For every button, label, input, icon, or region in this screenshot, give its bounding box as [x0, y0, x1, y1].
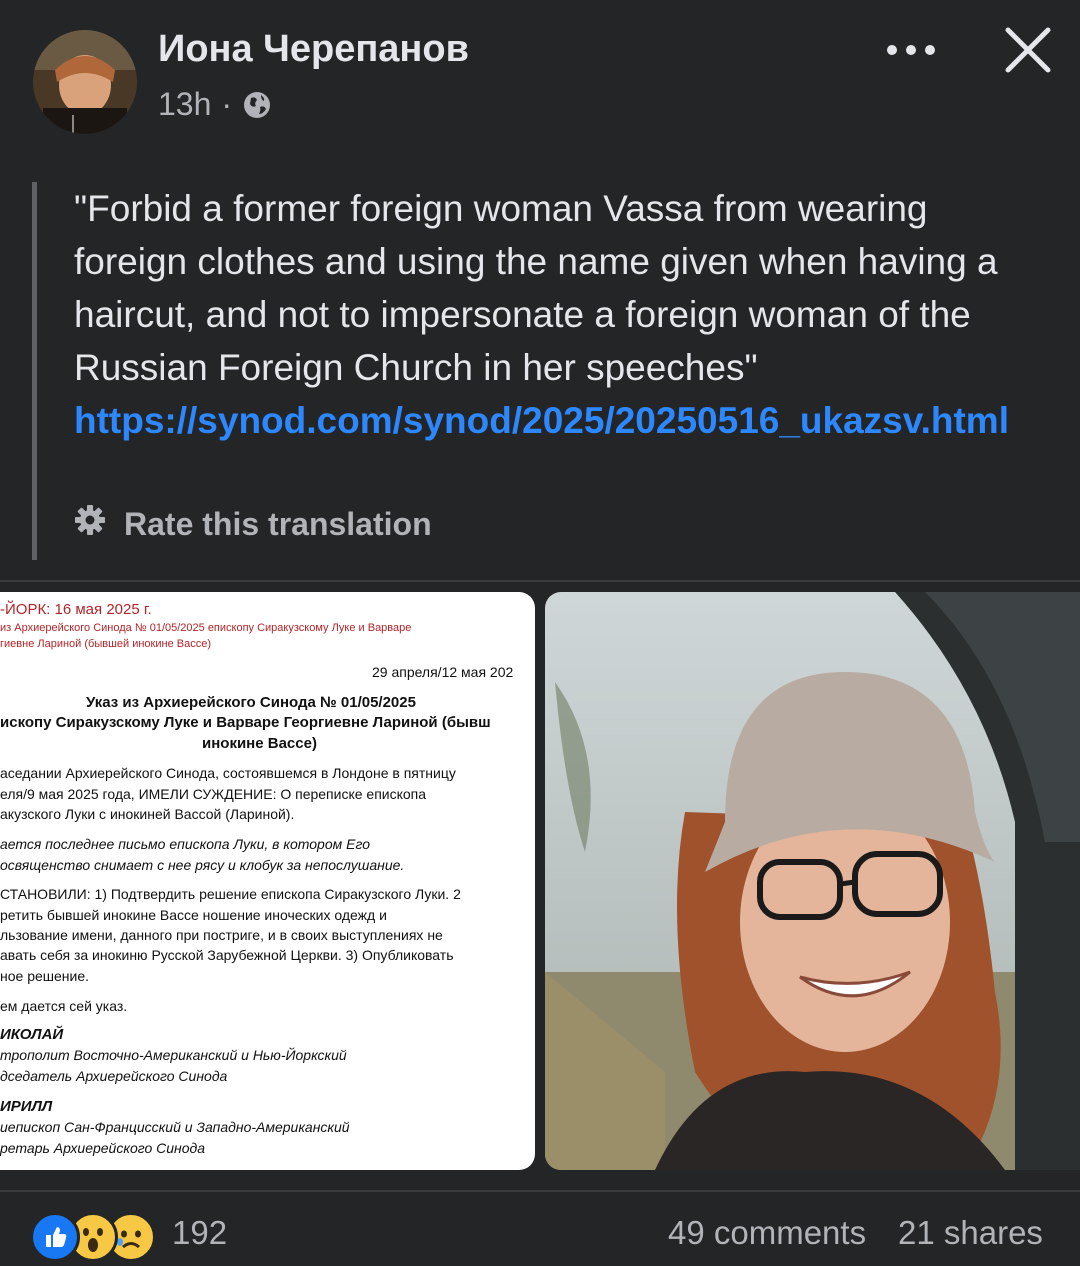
post-text: "Forbid a former foreign woman Vassa fro… [74, 188, 998, 388]
reaction-count[interactable]: 192 [172, 1214, 227, 1252]
shares-count[interactable]: 21 shares [898, 1214, 1043, 1252]
rate-translation-label: Rate this translation [124, 505, 432, 542]
divider [0, 1190, 1080, 1192]
doc-title: ископу Сиракузскому Луке и Варваре Георг… [0, 714, 491, 731]
post-time[interactable]: 13h [158, 86, 211, 123]
selfie-photo[interactable] [545, 592, 1080, 1170]
more-options-icon[interactable] [880, 30, 944, 70]
doc-signature-title: ретарь Архиерейского Синода [0, 1140, 206, 1156]
doc-signature-title: дседатель Архиерейского Синода [0, 1068, 228, 1084]
doc-paragraph-line: ное решение. [0, 968, 90, 984]
document-image[interactable]: -ЙОРК: 16 мая 2025 г. из Архиерейского С… [0, 592, 535, 1170]
doc-paragraph-line: освященство снимает с нее рясу и клобук … [0, 857, 405, 873]
doc-header-line: из Архиерейского Синода № 01/05/2025 епи… [0, 622, 412, 634]
doc-paragraph-line: авать себя за инокиню Русской Зарубежной… [0, 947, 454, 963]
post-header: Иона Черепанов 13h · [0, 0, 1080, 150]
doc-date: 29 апреля/12 мая 202 [372, 664, 514, 680]
doc-paragraph-line: ается последнее письмо епископа Луки, в … [0, 836, 370, 852]
gear-icon [74, 504, 106, 544]
doc-signature-title: трополит Восточно-Американский и Нью-Йор… [0, 1047, 347, 1063]
author-avatar[interactable] [33, 30, 137, 134]
doc-title: Указ из Архиерейского Синода № 01/05/202… [86, 694, 416, 711]
post-meta: 13h · [158, 86, 272, 123]
doc-paragraph-line: аседании Архиерейского Синода, состоявше… [0, 765, 456, 781]
close-icon[interactable] [1000, 22, 1056, 78]
globe-icon [242, 90, 272, 120]
reactions-summary[interactable] [30, 1212, 156, 1262]
post-footer: 192 49 comments 21 shares [0, 1196, 1080, 1266]
doc-paragraph-line: еля/9 мая 2025 года, ИМЕЛИ СУЖДЕНИЕ: О п… [0, 786, 427, 802]
post-link[interactable]: https://synod.com/synod/2025/20250516_uk… [74, 394, 1034, 447]
author-name[interactable]: Иона Черепанов [158, 28, 469, 71]
doc-paragraph-line: льзование имени, данного при постриге, и… [0, 927, 443, 943]
doc-paragraph-line: акузского Луки с инокиней Вассой (Ларино… [0, 806, 295, 822]
doc-header-line: -ЙОРК: 16 мая 2025 г. [0, 601, 152, 618]
like-icon [30, 1212, 80, 1262]
doc-paragraph-line: ретить бывшей инокине Вассе ношение иноч… [0, 907, 387, 923]
doc-signature-title: иепископ Сан-Францисский и Западно-Амери… [0, 1119, 350, 1135]
doc-paragraph-line: ем дается сей указ. [0, 998, 128, 1014]
doc-signature-name: ИРИЛЛ [0, 1098, 53, 1115]
doc-header-line: гиевне Лариной (бывшей инокине Вассе) [0, 638, 211, 650]
meta-separator: · [221, 86, 233, 122]
doc-signature-name: ИКОЛАЙ [0, 1026, 64, 1043]
rate-translation-button[interactable]: Rate this translation [74, 504, 432, 544]
divider [0, 580, 1080, 582]
translated-text-block: "Forbid a former foreign woman Vassa fro… [32, 182, 1037, 560]
comments-count[interactable]: 49 comments [668, 1214, 866, 1252]
doc-paragraph-line: СТАНОВИЛИ: 1) Подтвердить решение еписко… [0, 886, 461, 902]
doc-title: инокине Вассе) [202, 735, 317, 752]
